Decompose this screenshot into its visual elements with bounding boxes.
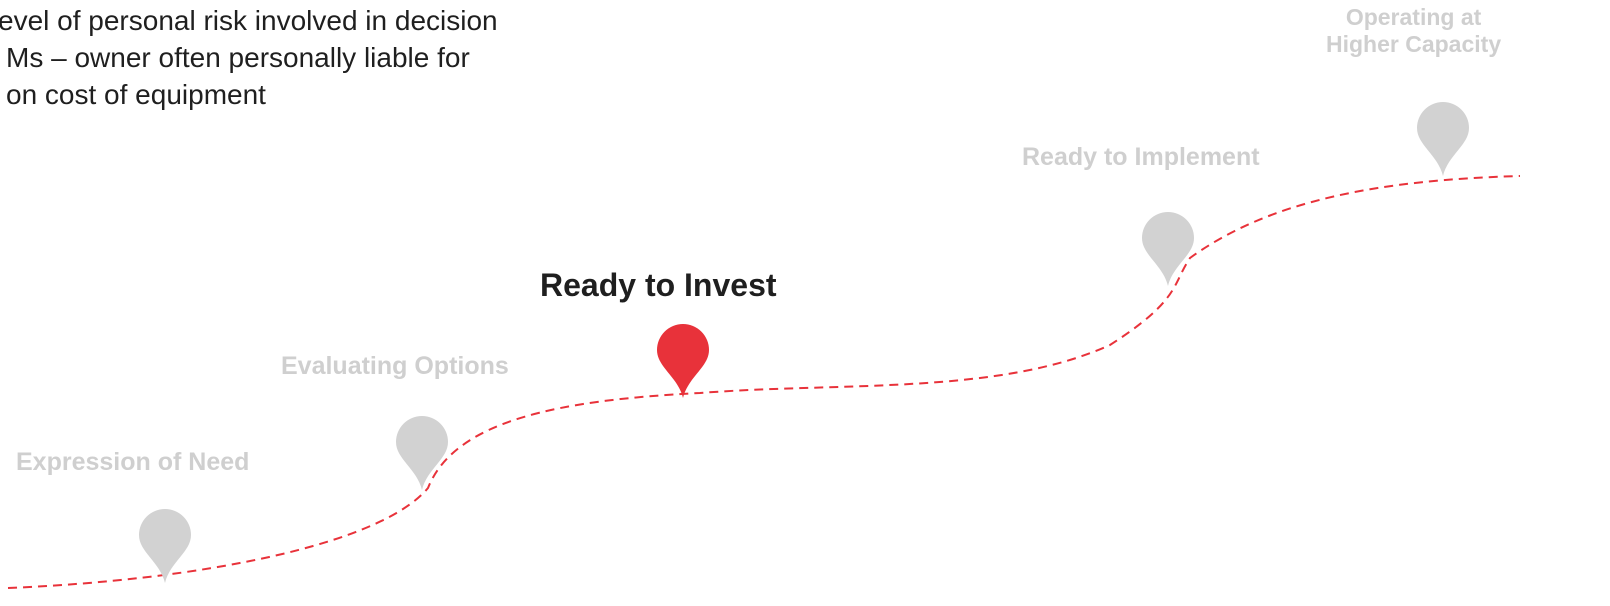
journey-path <box>7 175 1521 589</box>
map-pin-icon <box>657 324 709 398</box>
map-pin-icon <box>139 509 191 583</box>
stage-4-pin <box>1142 212 1194 286</box>
stage-label-line-2: Higher Capacity <box>1326 31 1502 57</box>
stage-5-pin <box>1417 102 1469 176</box>
stage-label-ready-to-invest: Ready to Invest <box>540 267 777 303</box>
stage-2-pin <box>396 416 448 490</box>
journey-diagram <box>7 102 1521 589</box>
stage-1-pin <box>139 509 191 583</box>
map-pin-icon <box>396 416 448 490</box>
map-pin-icon <box>1142 212 1194 286</box>
stage-label-line-1: Operating at <box>1345 4 1482 30</box>
stage-3-pin <box>657 324 709 398</box>
stage-label-ready-to-implement: Ready to Implement <box>1022 143 1260 171</box>
stage-label-operating-at-higher-capacity: Operating at Higher Capacity <box>1326 4 1501 58</box>
stage-label-expression-of-need: Expression of Need <box>16 448 250 476</box>
map-pin-icon <box>1417 102 1469 176</box>
stage-label-evaluating-options: Evaluating Options <box>281 352 509 380</box>
